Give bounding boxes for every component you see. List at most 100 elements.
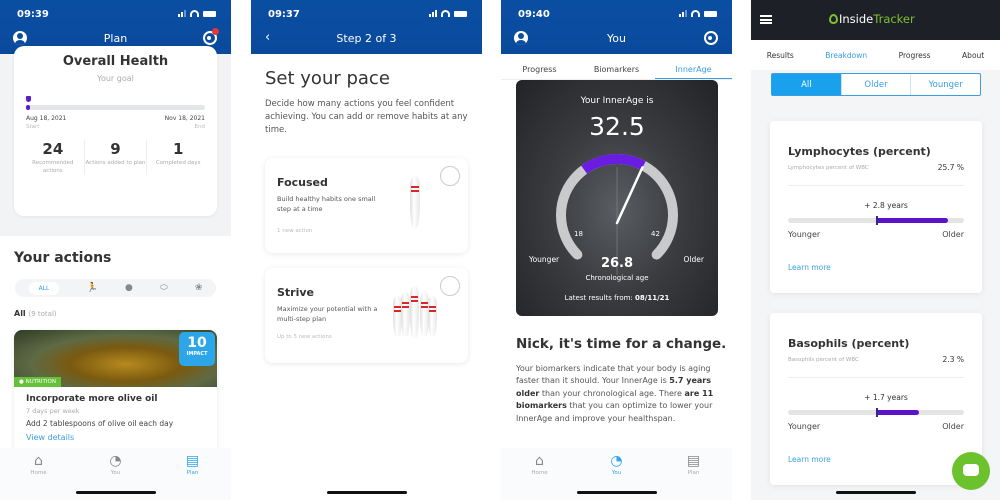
- category-tag: ● NUTRITION: [14, 377, 61, 387]
- action-description: Add 2 tablespoons of olive oil each day: [26, 419, 174, 428]
- view-details-link[interactable]: View details: [26, 433, 217, 442]
- page-title: Set your pace: [265, 68, 390, 89]
- goal-progress-fill: [26, 105, 30, 110]
- tab-biomarkers[interactable]: Biomarkers: [578, 54, 655, 79]
- divider: [788, 185, 964, 186]
- biomarker-delta: + 2.8 years: [864, 201, 908, 210]
- notifications-icon[interactable]: [203, 28, 219, 45]
- latest-results: Latest results from: 08/11/21: [564, 294, 670, 302]
- biomarker-age-bar: [788, 408, 964, 417]
- exercise-icon[interactable]: 🏃: [87, 283, 98, 293]
- breakdown-screen: InsideTracker Results Breakdown Progress…: [751, 0, 1000, 500]
- signal-icon: [429, 10, 437, 17]
- filter-segmented-control: All Older Younger: [771, 73, 981, 96]
- option-title: Strive: [277, 286, 315, 299]
- innerage-card: Your InnerAge is 32.5 18 42 Younger Olde…: [516, 80, 718, 316]
- option-description: Build healthy habits one small step at a…: [277, 195, 376, 213]
- tab-innerage[interactable]: InnerAge: [655, 54, 732, 79]
- biomarker-value: 2.3 %: [942, 355, 964, 364]
- biomarker-card: Lymphocytes (percent) Lymphocytes percen…: [770, 121, 982, 293]
- nav-progress[interactable]: Progress: [899, 51, 931, 60]
- pace-screen: 09:37 ‹ Step 2 of 3 Set your pace Decide…: [251, 0, 482, 500]
- option-description: Maximize your potential with a multi-ste…: [277, 305, 378, 323]
- wifi-icon: [691, 10, 700, 17]
- step-title: Step 2 of 3: [336, 32, 397, 45]
- segment-older[interactable]: Older: [842, 74, 912, 95]
- site-header: InsideTracker: [751, 0, 1000, 40]
- center-tick: [876, 216, 878, 225]
- actions-title: Your actions: [14, 250, 112, 266]
- supplement-pill-icon[interactable]: ⬭: [160, 283, 168, 293]
- notification-badge: [212, 28, 219, 35]
- page-title: You: [607, 32, 626, 45]
- insidetracker-logo: InsideTracker: [829, 12, 915, 26]
- drop-logo-icon: [829, 14, 838, 24]
- biomarker-age-fill: [876, 218, 948, 223]
- action-card[interactable]: 10 IMPACT ● NUTRITION Incorporate more o…: [14, 330, 217, 460]
- goal-progress-bar: [26, 105, 205, 110]
- drop-icon[interactable]: [704, 31, 718, 45]
- status-time: 09:39: [17, 9, 49, 20]
- option-radio[interactable]: [440, 276, 460, 296]
- learn-more-link[interactable]: Learn more: [788, 455, 831, 464]
- message-body: Your biomarkers indicate that your body …: [516, 364, 714, 423]
- tab-plan[interactable]: ▤ Plan: [669, 454, 719, 500]
- nav-about[interactable]: About: [962, 51, 984, 60]
- actions-count: All (9 total): [14, 309, 57, 318]
- nav-results[interactable]: Results: [767, 51, 794, 60]
- home-indicator: [835, 491, 916, 494]
- chronological-age-value: 26.8: [600, 256, 634, 271]
- biomarker-name: Basophils (percent): [788, 337, 910, 350]
- older-label: Older: [942, 230, 964, 239]
- tab-plan[interactable]: ▤ Plan: [168, 454, 218, 500]
- innerage-value: 32.5: [589, 112, 645, 141]
- segment-all[interactable]: All: [772, 74, 842, 95]
- section-tabs: Progress Biomarkers InnerAge: [501, 54, 732, 80]
- divider: [788, 377, 964, 378]
- site-nav: Results Breakdown Progress About: [751, 40, 1000, 70]
- status-icons: [178, 10, 216, 17]
- biomarker-card: Basophils (percent) Basophils percent of…: [770, 313, 982, 485]
- tab-home[interactable]: ⌂ Home: [14, 454, 64, 500]
- page-title: Plan: [103, 32, 128, 45]
- chronological-age-label: Chronological age: [585, 274, 649, 282]
- battery-icon: [704, 10, 717, 17]
- stat-added: 9 Actions added to plan: [85, 140, 148, 176]
- home-indicator: [75, 491, 156, 494]
- nav-breakdown[interactable]: Breakdown: [825, 51, 867, 60]
- option-strive[interactable]: Strive Maximize your potential with a mu…: [265, 268, 468, 363]
- clipboard-icon: ▤: [686, 453, 701, 469]
- signal-icon: [178, 10, 186, 17]
- segment-younger[interactable]: Younger: [911, 74, 980, 95]
- tab-home[interactable]: ⌂ Home: [515, 454, 565, 500]
- olive-oil-image: 10 IMPACT ● NUTRITION: [14, 330, 217, 387]
- option-focused[interactable]: Focused Build healthy habits one small s…: [265, 158, 468, 253]
- progress-marker-icon: [26, 96, 31, 102]
- stat-recommended: 24 Recommended actions: [22, 140, 85, 176]
- start-date: Aug 18, 2021 Start: [26, 115, 67, 130]
- bowling-pin-icon: [410, 176, 420, 228]
- status-icons: [679, 10, 717, 17]
- action-filter-bar: ALL 🏃 ● ⬭ ❀: [15, 279, 216, 297]
- mindfulness-lotus-icon[interactable]: ❀: [195, 283, 203, 293]
- hamburger-menu-icon[interactable]: [760, 15, 772, 24]
- status-icons: [429, 10, 467, 17]
- tab-progress[interactable]: Progress: [501, 54, 578, 79]
- younger-label: Younger: [788, 230, 821, 239]
- page-description: Decide how many actions you feel confide…: [265, 99, 468, 135]
- signal-icon: [679, 10, 687, 17]
- biomarker-value: 25.7 %: [937, 163, 964, 172]
- battery-icon: [454, 10, 467, 17]
- nutrition-apple-icon[interactable]: ●: [125, 283, 133, 293]
- option-radio[interactable]: [440, 166, 460, 186]
- status-time: 09:40: [518, 9, 550, 20]
- action-title: Incorporate more olive oil: [26, 394, 158, 404]
- older-label: Older: [942, 422, 964, 431]
- learn-more-link[interactable]: Learn more: [788, 263, 831, 272]
- chat-bubble-icon[interactable]: [952, 452, 990, 490]
- message-title: Nick, it's time for a change.: [516, 336, 727, 352]
- filter-all[interactable]: ALL: [28, 281, 60, 295]
- gauge-icon: ◔: [610, 453, 623, 469]
- younger-label: Younger: [788, 422, 821, 431]
- innerage-screen: 09:40 You Progress Biomarkers InnerAge Y…: [501, 0, 732, 500]
